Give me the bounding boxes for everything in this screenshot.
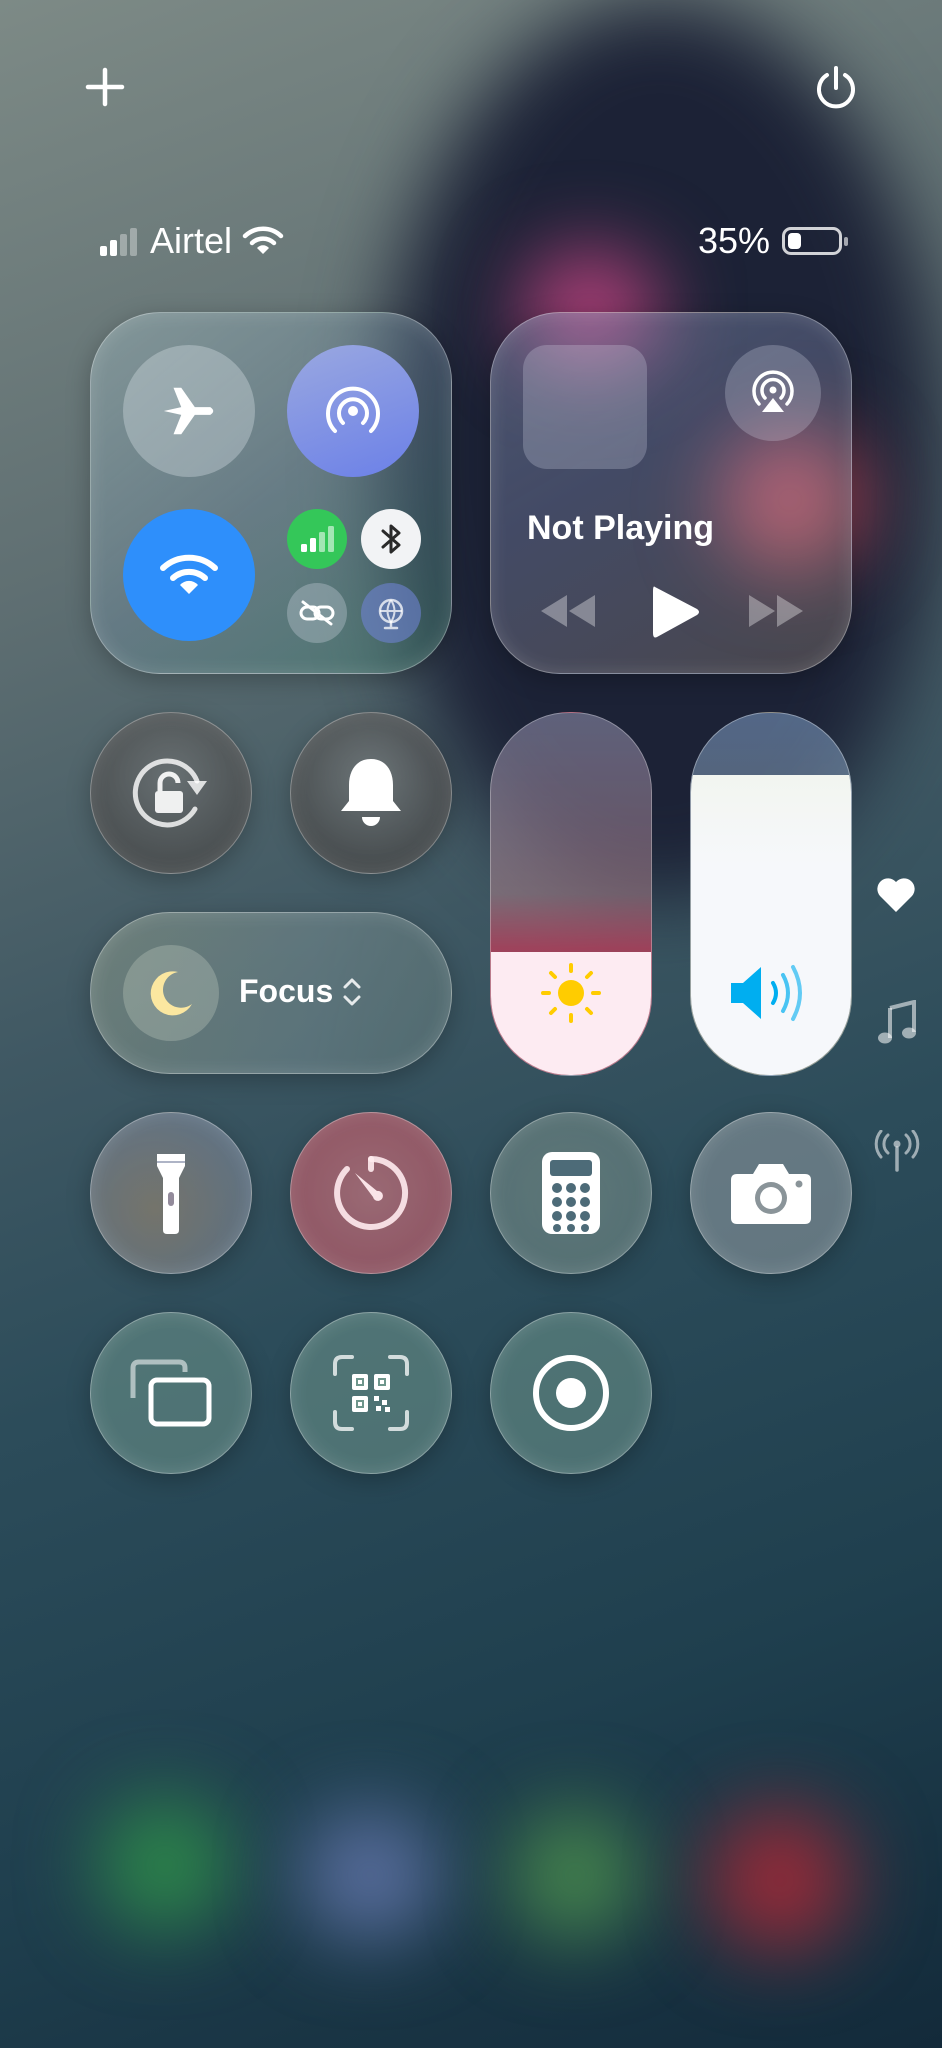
focus-label: Focus	[239, 973, 334, 1009]
plus-icon	[85, 67, 125, 107]
speaker-icon	[731, 965, 802, 1021]
rewind-icon	[541, 595, 595, 627]
wallpaper-blob	[710, 1810, 850, 1950]
rewind-button[interactable]	[537, 591, 599, 631]
personal-hotspot-toggle[interactable]	[287, 583, 347, 643]
fast-forward-button[interactable]	[745, 591, 807, 631]
focus-moon-badge	[123, 945, 219, 1041]
airplane-icon	[163, 387, 214, 435]
wallpaper-blob	[300, 1810, 440, 1940]
qr-code-icon	[333, 1355, 409, 1431]
battery-icon	[782, 227, 848, 255]
sun-icon	[541, 963, 601, 1023]
vpn-toggle[interactable]	[361, 583, 421, 643]
music-note-icon[interactable]	[876, 1000, 918, 1046]
calculator-icon	[542, 1152, 600, 1234]
play-icon	[653, 586, 699, 638]
bluetooth-toggle[interactable]	[361, 509, 421, 569]
brightness-slider[interactable]	[490, 712, 652, 1076]
wallpaper-blob	[100, 1800, 230, 1930]
play-button[interactable]	[649, 583, 703, 641]
bluetooth-icon	[381, 524, 401, 554]
signal-icon	[100, 226, 140, 256]
status-bar: Airtel 35%	[100, 220, 848, 270]
flashlight-button[interactable]	[90, 1112, 252, 1274]
screen-mirroring-icon	[130, 1359, 212, 1427]
focus-button[interactable]: Focus	[90, 912, 452, 1074]
connectivity-module[interactable]	[90, 312, 452, 674]
globe-icon	[378, 598, 404, 630]
chevron-up-down-icon	[343, 978, 361, 1006]
heart-icon[interactable]	[874, 874, 918, 914]
volume-slider[interactable]	[690, 712, 852, 1076]
wallpaper-blob	[510, 1810, 640, 1940]
carrier-name: Airtel	[150, 220, 233, 261]
battery-percentage: 35%	[697, 220, 770, 261]
airplane-mode-toggle[interactable]	[123, 345, 255, 477]
rotation-lock-icon	[132, 758, 207, 828]
airplay-button[interactable]	[725, 345, 821, 441]
wifi-toggle[interactable]	[123, 509, 255, 641]
screen-recording-button[interactable]	[490, 1312, 652, 1474]
timer-button[interactable]	[290, 1112, 452, 1274]
wifi-status-icon	[242, 226, 284, 254]
wifi-icon	[160, 554, 218, 594]
volume-fill	[691, 774, 851, 1075]
timer-icon	[334, 1156, 409, 1230]
airplay-icon	[752, 370, 794, 412]
power-button[interactable]	[810, 62, 862, 114]
cellular-toggle[interactable]	[287, 509, 347, 569]
flashlight-icon	[157, 1154, 185, 1234]
calculator-button[interactable]	[490, 1112, 652, 1274]
now-playing-title: Not Playing	[527, 509, 715, 547]
bell-icon	[341, 759, 401, 826]
antenna-icon[interactable]	[874, 1130, 920, 1172]
airdrop-toggle[interactable]	[287, 345, 419, 477]
airdrop-icon	[326, 386, 380, 433]
hotspot-link-icon	[299, 600, 335, 626]
now-playing-module[interactable]: Not Playing	[490, 312, 852, 674]
camera-button[interactable]	[690, 1112, 852, 1274]
cellular-icon	[301, 526, 334, 552]
code-scanner-button[interactable]	[290, 1312, 452, 1474]
silent-mode-button[interactable]	[290, 712, 452, 874]
screen-mirroring-button[interactable]	[90, 1312, 252, 1474]
fast-forward-icon	[749, 595, 803, 627]
camera-icon	[731, 1164, 811, 1224]
rotation-lock-button[interactable]	[90, 712, 252, 874]
add-controls-button[interactable]	[80, 62, 130, 112]
moon-icon	[150, 971, 192, 1016]
power-icon	[817, 66, 855, 109]
record-icon	[533, 1355, 609, 1431]
album-art-placeholder	[523, 345, 647, 469]
